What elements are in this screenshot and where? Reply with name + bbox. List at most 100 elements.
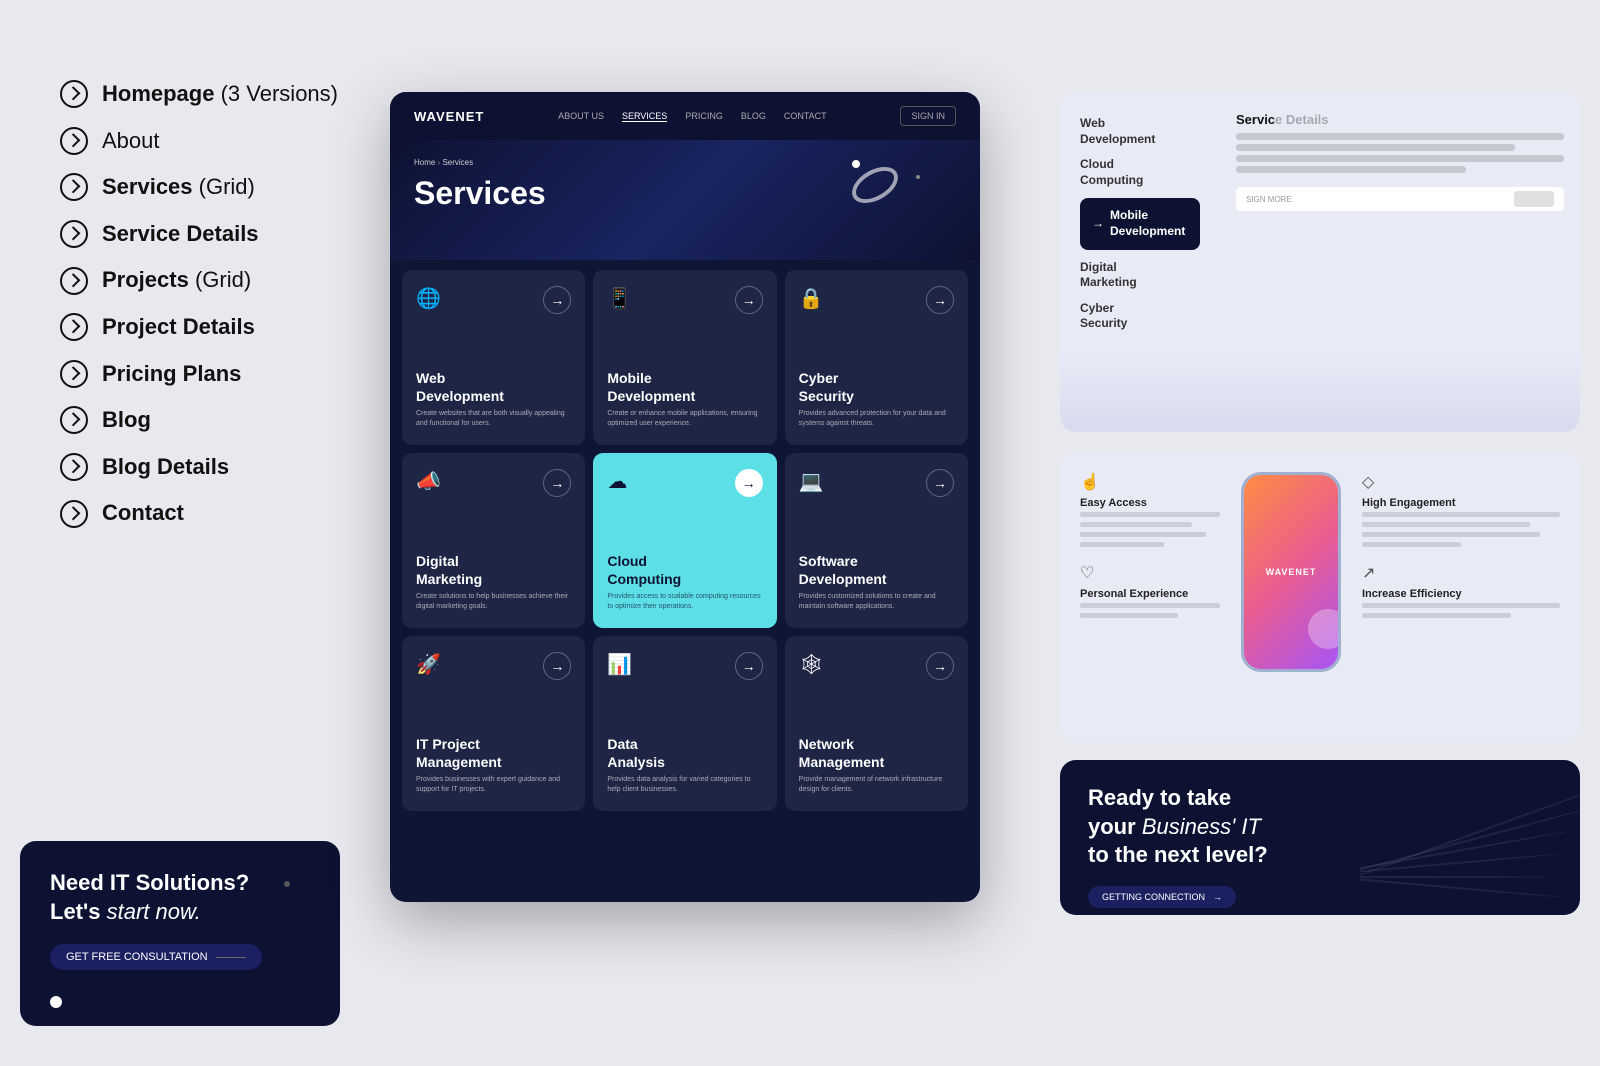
service-list-digital[interactable]: DigitalMarketing xyxy=(1080,260,1200,291)
arrow-circle-icon-contact xyxy=(60,500,88,528)
arrow-icon: → xyxy=(926,469,954,497)
nav-label-service-details: Service Details xyxy=(102,220,259,249)
service-page-label: Service Details xyxy=(1236,112,1564,127)
nav-label-homepage: Homepage (3 Versions) xyxy=(102,80,338,109)
content-line-3 xyxy=(1236,155,1564,162)
service-card-mobile-dev[interactable]: 📱 → MobileDevelopment Create or enhance … xyxy=(593,270,776,445)
mockup-hero: Home › Services Services xyxy=(390,140,980,260)
features-right: ◇ High Engagement ↗ Increase Efficiency xyxy=(1362,472,1560,722)
nav-item-project-details[interactable]: Project Details xyxy=(60,313,380,342)
nav-item-pricing[interactable]: Pricing Plans xyxy=(60,360,380,389)
arrow-circle-icon-sd xyxy=(60,220,88,248)
service-card-it-project[interactable]: 🚀 → IT ProjectManagement Provides busine… xyxy=(402,636,585,811)
feature-label: Easy Access xyxy=(1080,497,1220,509)
wave-line-2 xyxy=(1360,807,1580,887)
arrow-icon: → xyxy=(926,286,954,314)
service-desc: Provides customized solutions to create … xyxy=(799,592,954,612)
feature-increase-eff: ↗ Increase Efficiency xyxy=(1362,563,1560,620)
feature-personal-exp: ♡ Personal Experience xyxy=(1080,563,1220,620)
nav-item-about[interactable]: About xyxy=(60,127,380,156)
feature-desc-line-1 xyxy=(1080,512,1220,517)
nav-about: ABOUT US xyxy=(558,111,604,122)
nav-label-projects: Projects (Grid) xyxy=(102,266,251,295)
service-desc: Create or enhance mobile applications, e… xyxy=(607,409,762,429)
service-desc: Provide management of network infrastruc… xyxy=(799,775,954,795)
nav-item-projects[interactable]: Projects (Grid) xyxy=(60,266,380,295)
sidebar-nav: Homepage (3 Versions) About Services (Gr… xyxy=(60,80,380,546)
nav-item-contact[interactable]: Contact xyxy=(60,499,380,528)
feature-desc-line-4 xyxy=(1362,542,1461,547)
service-card-data[interactable]: 📊 → DataAnalysis Provides data analysis … xyxy=(593,636,776,811)
right-features-card: ☝ Easy Access ♡ Personal Experience WAVE… xyxy=(1060,452,1580,742)
arrow-circle-icon-services xyxy=(60,173,88,201)
service-list-cyber[interactable]: CyberSecurity xyxy=(1080,301,1200,332)
arrow-icon: → xyxy=(735,469,763,497)
mockup-nav: ABOUT US SERVICES PRICING BLOG CONTACT xyxy=(558,111,827,122)
phone-mockup: WAVENET xyxy=(1236,472,1346,722)
feature-label: Increase Efficiency xyxy=(1362,588,1560,600)
phone-frame: WAVENET xyxy=(1241,472,1341,672)
input-arrow xyxy=(1514,191,1554,207)
service-name: CyberSecurity xyxy=(799,369,954,405)
btn-line-decoration xyxy=(216,957,246,958)
nav-item-blog[interactable]: Blog xyxy=(60,406,380,435)
arrow-circle-icon-projects xyxy=(60,267,88,295)
service-card-top: 🌐 → xyxy=(416,286,571,318)
hand-icon: ☝ xyxy=(1080,472,1220,492)
service-list-mobile[interactable]: MobileDevelopment xyxy=(1080,198,1200,249)
service-desc: Create solutions to help businesses achi… xyxy=(416,592,571,612)
nav-blog: BLOG xyxy=(741,111,766,122)
center-mockup: WAVENET ABOUT US SERVICES PRICING BLOG C… xyxy=(390,92,980,902)
service-card-top: ☁ → xyxy=(607,469,762,501)
arrow-icon: → xyxy=(543,652,571,680)
hero-dot-2 xyxy=(916,175,920,179)
service-card-top: 📊 → xyxy=(607,652,762,684)
service-card-digital[interactable]: 📣 → DigitalMarketing Create solutions to… xyxy=(402,453,585,628)
service-card-web-dev[interactable]: 🌐 → WebDevelopment Create websites that … xyxy=(402,270,585,445)
nav-item-blog-details[interactable]: Blog Details xyxy=(60,453,380,482)
nav-label-contact: Contact xyxy=(102,499,184,528)
wave-line-5 xyxy=(1360,876,1550,878)
nav-label-pricing: Pricing Plans xyxy=(102,360,241,389)
arrow-icon: → xyxy=(735,286,763,314)
heart-icon: ♡ xyxy=(1080,563,1220,583)
breadcrumb: Home › Services xyxy=(414,158,956,167)
rocket-icon: 🚀 xyxy=(416,652,448,684)
arrow-icon: → xyxy=(926,652,954,680)
right-service-list-card: WebDevelopment CloudComputing MobileDeve… xyxy=(1060,92,1580,432)
arrow-circle-icon-pricing xyxy=(60,360,88,388)
services-grid: 🌐 → WebDevelopment Create websites that … xyxy=(390,260,980,821)
arrow-icon: → xyxy=(735,652,763,680)
cta-button-right[interactable]: GETTING CONNECTION → xyxy=(1088,886,1236,908)
cta-button-left[interactable]: GET FREE CONSULTATION xyxy=(50,944,262,970)
content-line-1 xyxy=(1236,133,1564,140)
service-name: IT ProjectManagement xyxy=(416,735,571,771)
code-icon: 💻 xyxy=(799,469,831,501)
service-name: DigitalMarketing xyxy=(416,552,571,588)
nav-item-service-details[interactable]: Service Details xyxy=(60,220,380,249)
service-card-cyber[interactable]: 🔒 → CyberSecurity Provides advanced prot… xyxy=(785,270,968,445)
feature-desc-line-3 xyxy=(1362,532,1540,537)
service-name: MobileDevelopment xyxy=(607,369,762,405)
arrow-circle-icon-bd xyxy=(60,453,88,481)
service-list-cloud[interactable]: CloudComputing xyxy=(1080,157,1200,188)
service-list-web[interactable]: WebDevelopment xyxy=(1080,116,1200,147)
service-card-top: 🔒 → xyxy=(799,286,954,318)
feature-desc-line-2 xyxy=(1080,613,1178,618)
feature-desc-line-3 xyxy=(1080,532,1206,537)
nav-item-homepage[interactable]: Homepage (3 Versions) xyxy=(60,80,380,109)
service-card-network[interactable]: 🕸 → NetworkManagement Provide management… xyxy=(785,636,968,811)
feature-desc-line-2 xyxy=(1362,522,1530,527)
btn-arrow: → xyxy=(1213,892,1222,902)
signin-button[interactable]: SIGN IN xyxy=(900,106,956,126)
megaphone-icon: 📣 xyxy=(416,469,448,501)
service-card-top: 🕸 → xyxy=(799,652,954,684)
cta-heading: Need IT Solutions? Let's start now. xyxy=(50,869,310,926)
nav-item-services[interactable]: Services (Grid) xyxy=(60,173,380,202)
mockup-header: WAVENET ABOUT US SERVICES PRICING BLOG C… xyxy=(390,92,980,140)
service-desc: Provides access to scalable computing re… xyxy=(607,592,762,612)
arrow-circle-icon-about xyxy=(60,127,88,155)
feature-desc-line-1 xyxy=(1362,603,1560,608)
service-card-software[interactable]: 💻 → SoftwareDevelopment Provides customi… xyxy=(785,453,968,628)
service-card-cloud[interactable]: ☁ → CloudComputing Provides access to sc… xyxy=(593,453,776,628)
